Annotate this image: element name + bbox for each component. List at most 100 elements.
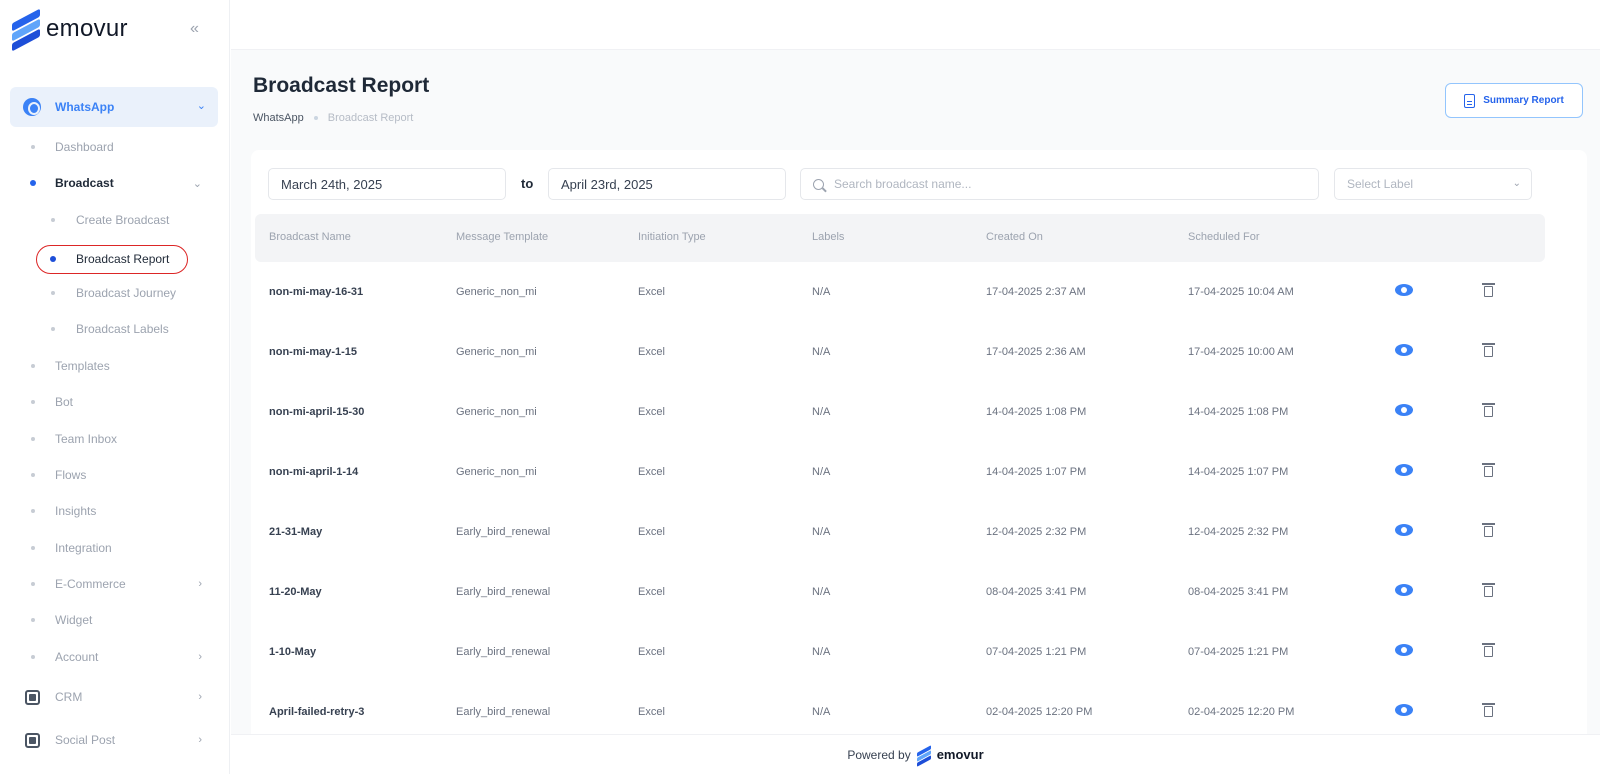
column-header[interactable]: Broadcast Name [269, 231, 351, 243]
column-header[interactable]: Created On [986, 231, 1043, 243]
cell-created-on: 07-04-2025 1:21 PM [986, 646, 1087, 658]
sidebar-item-account[interactable]: Account › [0, 646, 218, 668]
table-row[interactable]: non-mi-april-1-14 Generic_non_mi Excel N… [255, 442, 1545, 502]
sidebar-item-widget[interactable]: Widget [0, 609, 218, 631]
sidebar-item-templates[interactable]: Templates [0, 355, 218, 377]
cell-labels: N/A [812, 586, 831, 598]
view-eye-icon[interactable] [1395, 404, 1413, 416]
sidebar-item-label: Team Inbox [55, 432, 118, 446]
delete-trash-icon[interactable] [1482, 403, 1495, 417]
brand-logo[interactable]: emovur [12, 8, 128, 52]
cell-message-template: Generic_non_mi [456, 406, 537, 418]
cell-broadcast-name: non-mi-april-1-14 [269, 466, 359, 478]
sidebar-item-label: E-Commerce [55, 577, 126, 591]
chevron-down-icon: ⌄ [196, 100, 206, 112]
sidebar-item-label: Broadcast Journey [76, 286, 177, 300]
sidebar-item-broadcast-labels[interactable]: Broadcast Labels [0, 318, 218, 340]
select-label-dropdown[interactable]: Select Label ⌄ [1334, 168, 1532, 200]
table-row[interactable]: 21-31-May Early_bird_renewal Excel N/A 1… [255, 502, 1545, 562]
column-header[interactable]: Scheduled For [1188, 231, 1260, 243]
sidebar-item-broadcast-report[interactable]: Broadcast Report [0, 248, 218, 270]
sidebar-item-dashboard[interactable]: Dashboard [0, 136, 218, 158]
date-from-input[interactable]: March 24th, 2025 [268, 168, 506, 200]
view-eye-icon[interactable] [1395, 464, 1413, 476]
bullet-icon [31, 546, 35, 550]
broadcast-table: Broadcast Name Message Template Initiati… [255, 214, 1545, 742]
view-eye-icon[interactable] [1395, 344, 1413, 356]
search-broadcast-input[interactable] [834, 177, 1304, 191]
cell-labels: N/A [812, 466, 831, 478]
cell-created-on: 14-04-2025 1:08 PM [986, 406, 1087, 418]
chevron-right-icon: › [198, 734, 202, 746]
sidebar-item-broadcast-journey[interactable]: Broadcast Journey [0, 282, 218, 304]
view-eye-icon[interactable] [1395, 524, 1413, 536]
sidebar-group-whatsapp[interactable]: WhatsApp ⌄ [10, 87, 218, 127]
cell-message-template: Early_bird_renewal [456, 586, 551, 598]
cell-broadcast-name: 11-20-May [269, 586, 322, 598]
cell-scheduled-for: 14-04-2025 1:07 PM [1188, 466, 1289, 478]
sidebar-item-e-commerce[interactable]: E-Commerce › [0, 573, 218, 595]
date-to-input[interactable]: April 23rd, 2025 [548, 168, 786, 200]
summary-report-button[interactable]: Summary Report [1445, 83, 1583, 118]
table-row[interactable]: 11-20-May Early_bird_renewal Excel N/A 0… [255, 562, 1545, 622]
sidebar-item-label: Broadcast Labels [76, 322, 169, 336]
cell-scheduled-for: 17-04-2025 10:04 AM [1188, 286, 1294, 298]
breadcrumb: WhatsApp Broadcast Report [253, 112, 413, 124]
cell-labels: N/A [812, 646, 831, 658]
summary-report-label: Summary Report [1483, 95, 1564, 106]
bullet-icon [31, 473, 35, 477]
chevron-down-icon: ⌄ [1512, 178, 1521, 189]
sidebar-item-social-post[interactable]: Social Post › [0, 729, 218, 751]
delete-trash-icon[interactable] [1482, 283, 1495, 297]
view-eye-icon[interactable] [1395, 644, 1413, 656]
breadcrumb-link-whatsapp[interactable]: WhatsApp [253, 112, 304, 124]
sidebar-item-flows[interactable]: Flows [0, 464, 218, 486]
cell-initiation-type: Excel [638, 406, 665, 418]
column-header[interactable]: Labels [812, 231, 844, 243]
breadcrumb-current: Broadcast Report [327, 112, 414, 124]
sidebar-item-label: Widget [55, 613, 93, 627]
table-row[interactable]: 1-10-May Early_bird_renewal Excel N/A 07… [255, 622, 1545, 682]
table-row[interactable]: non-mi-april-15-30 Generic_non_mi Excel … [255, 382, 1545, 442]
date-range-to-label: to [521, 176, 534, 191]
cell-created-on: 14-04-2025 1:07 PM [986, 466, 1087, 478]
table-row[interactable]: non-mi-may-16-31 Generic_non_mi Excel N/… [255, 262, 1545, 322]
sidebar-item-insights[interactable]: Insights [0, 500, 218, 522]
cell-scheduled-for: 07-04-2025 1:21 PM [1188, 646, 1289, 658]
footer: Powered by emovur [231, 734, 1600, 774]
column-header[interactable]: Message Template [456, 231, 548, 243]
cell-message-template: Early_bird_renewal [456, 706, 551, 718]
view-eye-icon[interactable] [1395, 704, 1413, 716]
column-header[interactable]: Initiation Type [638, 231, 706, 243]
sidebar-group-label: WhatsApp [55, 100, 115, 114]
delete-trash-icon[interactable] [1482, 583, 1495, 597]
cell-broadcast-name: non-mi-may-1-15 [269, 346, 358, 358]
sidebar-item-label: Dashboard [55, 140, 114, 154]
sidebar-item-integration[interactable]: Integration [0, 537, 218, 559]
table-header: Broadcast Name Message Template Initiati… [255, 214, 1545, 262]
top-bar [231, 0, 1600, 50]
delete-trash-icon[interactable] [1482, 643, 1495, 657]
view-eye-icon[interactable] [1395, 584, 1413, 596]
sidebar-item-bot[interactable]: Bot [0, 391, 218, 413]
cell-message-template: Generic_non_mi [456, 286, 537, 298]
sidebar-item-team-inbox[interactable]: Team Inbox [0, 428, 218, 450]
table-row[interactable]: April-failed-retry-3 Early_bird_renewal … [255, 682, 1545, 742]
delete-trash-icon[interactable] [1482, 463, 1495, 477]
delete-trash-icon[interactable] [1482, 523, 1495, 537]
chevron-right-icon: › [198, 691, 202, 703]
chevron-right-icon: › [198, 578, 202, 590]
sidebar: emovur « WhatsApp ⌄ Dashboard Broadcast … [0, 0, 230, 774]
sidebar-item-broadcast[interactable]: Broadcast ⌄ [0, 172, 218, 194]
table-row[interactable]: non-mi-may-1-15 Generic_non_mi Excel N/A… [255, 322, 1545, 382]
cell-labels: N/A [812, 406, 831, 418]
collapse-sidebar-icon[interactable]: « [190, 20, 199, 38]
bullet-icon [50, 256, 56, 262]
view-eye-icon[interactable] [1395, 284, 1413, 296]
report-card: March 24th, 2025 to April 23rd, 2025 Sel… [251, 150, 1587, 750]
sidebar-item-crm[interactable]: CRM › [0, 686, 218, 708]
cell-created-on: 08-04-2025 3:41 PM [986, 586, 1087, 598]
delete-trash-icon[interactable] [1482, 343, 1495, 357]
sidebar-item-create-broadcast[interactable]: Create Broadcast [0, 209, 218, 231]
delete-trash-icon[interactable] [1482, 703, 1495, 717]
